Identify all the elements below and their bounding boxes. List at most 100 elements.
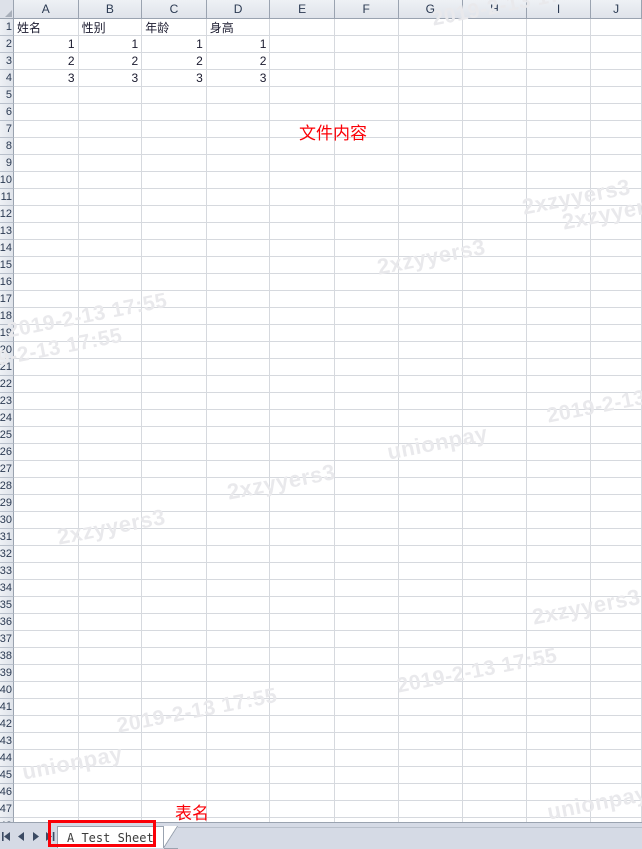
cell-E18[interactable] [270, 308, 335, 325]
cell-F13[interactable] [334, 223, 399, 240]
cell-E11[interactable] [270, 189, 335, 206]
cell-I4[interactable] [526, 70, 592, 87]
cell-A23[interactable] [14, 393, 79, 410]
cell-J14[interactable] [591, 240, 642, 257]
cell-A33[interactable] [14, 563, 79, 580]
cell-J5[interactable] [591, 87, 642, 104]
cell-C21[interactable] [142, 359, 207, 376]
cell-C25[interactable] [142, 427, 207, 444]
cell-D20[interactable] [206, 342, 271, 359]
cell-I36[interactable] [526, 614, 592, 631]
cell-A3[interactable]: 2 [14, 53, 79, 70]
row-header-23[interactable]: 23 [0, 393, 14, 410]
cell-A38[interactable] [14, 648, 79, 665]
cell-E20[interactable] [270, 342, 335, 359]
cell-J19[interactable] [591, 325, 642, 342]
cell-F43[interactable] [334, 733, 399, 750]
cell-C9[interactable] [142, 155, 207, 172]
cell-C3[interactable]: 2 [142, 53, 207, 70]
cell-D44[interactable] [206, 750, 271, 767]
cell-F45[interactable] [334, 767, 399, 784]
cell-E39[interactable] [270, 665, 335, 682]
cell-H31[interactable] [463, 529, 527, 546]
cell-G9[interactable] [398, 155, 464, 172]
cell-B12[interactable] [78, 206, 143, 223]
cell-C5[interactable] [142, 87, 207, 104]
cell-A4[interactable]: 3 [14, 70, 79, 87]
cell-D46[interactable] [206, 784, 271, 801]
column-header-a[interactable]: A [13, 0, 79, 19]
cell-G47[interactable] [398, 801, 464, 818]
cell-I46[interactable] [526, 784, 592, 801]
cell-C18[interactable] [142, 308, 207, 325]
cell-G5[interactable] [398, 87, 464, 104]
row-header-30[interactable]: 30 [0, 512, 14, 529]
cell-H45[interactable] [463, 767, 527, 784]
row-header-26[interactable]: 26 [0, 444, 14, 461]
cell-E22[interactable] [270, 376, 335, 393]
cell-E28[interactable] [270, 478, 335, 495]
cell-I22[interactable] [526, 376, 592, 393]
row-header-46[interactable]: 46 [0, 784, 14, 801]
cell-I27[interactable] [526, 461, 592, 478]
row-header-31[interactable]: 31 [0, 529, 14, 546]
cell-E31[interactable] [270, 529, 335, 546]
cell-G37[interactable] [398, 631, 464, 648]
cell-B5[interactable] [78, 87, 143, 104]
cell-H9[interactable] [463, 155, 527, 172]
cell-D1[interactable]: 身高 [206, 19, 271, 36]
cell-F28[interactable] [334, 478, 399, 495]
column-header-d[interactable]: D [206, 0, 271, 19]
cell-J35[interactable] [591, 597, 642, 614]
cell-J20[interactable] [591, 342, 642, 359]
cell-C15[interactable] [142, 257, 207, 274]
cell-A18[interactable] [14, 308, 79, 325]
cell-I14[interactable] [526, 240, 592, 257]
cell-G24[interactable] [398, 410, 464, 427]
cell-H21[interactable] [463, 359, 527, 376]
cell-H27[interactable] [463, 461, 527, 478]
cell-G35[interactable] [398, 597, 464, 614]
cell-G43[interactable] [398, 733, 464, 750]
cell-B41[interactable] [78, 699, 143, 716]
row-header-36[interactable]: 36 [0, 614, 14, 631]
cell-J28[interactable] [591, 478, 642, 495]
cell-H8[interactable] [463, 138, 527, 155]
cell-C23[interactable] [142, 393, 207, 410]
cell-D26[interactable] [206, 444, 271, 461]
cell-B44[interactable] [78, 750, 143, 767]
cell-H25[interactable] [463, 427, 527, 444]
cell-I11[interactable] [526, 189, 592, 206]
cell-F1[interactable] [334, 19, 399, 36]
cell-D21[interactable] [206, 359, 271, 376]
cell-G13[interactable] [398, 223, 464, 240]
cell-I8[interactable] [526, 138, 592, 155]
cell-B39[interactable] [78, 665, 143, 682]
cell-A47[interactable] [14, 801, 79, 818]
cell-G3[interactable] [398, 53, 464, 70]
cell-F24[interactable] [334, 410, 399, 427]
cell-E16[interactable] [270, 274, 335, 291]
column-header-row[interactable]: ABCDEFGHIJ [0, 0, 642, 19]
cell-H29[interactable] [463, 495, 527, 512]
cell-E25[interactable] [270, 427, 335, 444]
row-header-7[interactable]: 7 [0, 121, 14, 138]
cell-A11[interactable] [14, 189, 79, 206]
cell-J32[interactable] [591, 546, 642, 563]
cell-C19[interactable] [142, 325, 207, 342]
cell-F12[interactable] [334, 206, 399, 223]
cell-E19[interactable] [270, 325, 335, 342]
cell-B15[interactable] [78, 257, 143, 274]
cell-J15[interactable] [591, 257, 642, 274]
cell-C10[interactable] [142, 172, 207, 189]
cell-D13[interactable] [206, 223, 271, 240]
cell-F29[interactable] [334, 495, 399, 512]
cell-B33[interactable] [78, 563, 143, 580]
cell-C28[interactable] [142, 478, 207, 495]
cell-B23[interactable] [78, 393, 143, 410]
cell-G17[interactable] [398, 291, 464, 308]
cell-E4[interactable] [270, 70, 335, 87]
cell-J36[interactable] [591, 614, 642, 631]
cell-F36[interactable] [334, 614, 399, 631]
cell-J26[interactable] [591, 444, 642, 461]
